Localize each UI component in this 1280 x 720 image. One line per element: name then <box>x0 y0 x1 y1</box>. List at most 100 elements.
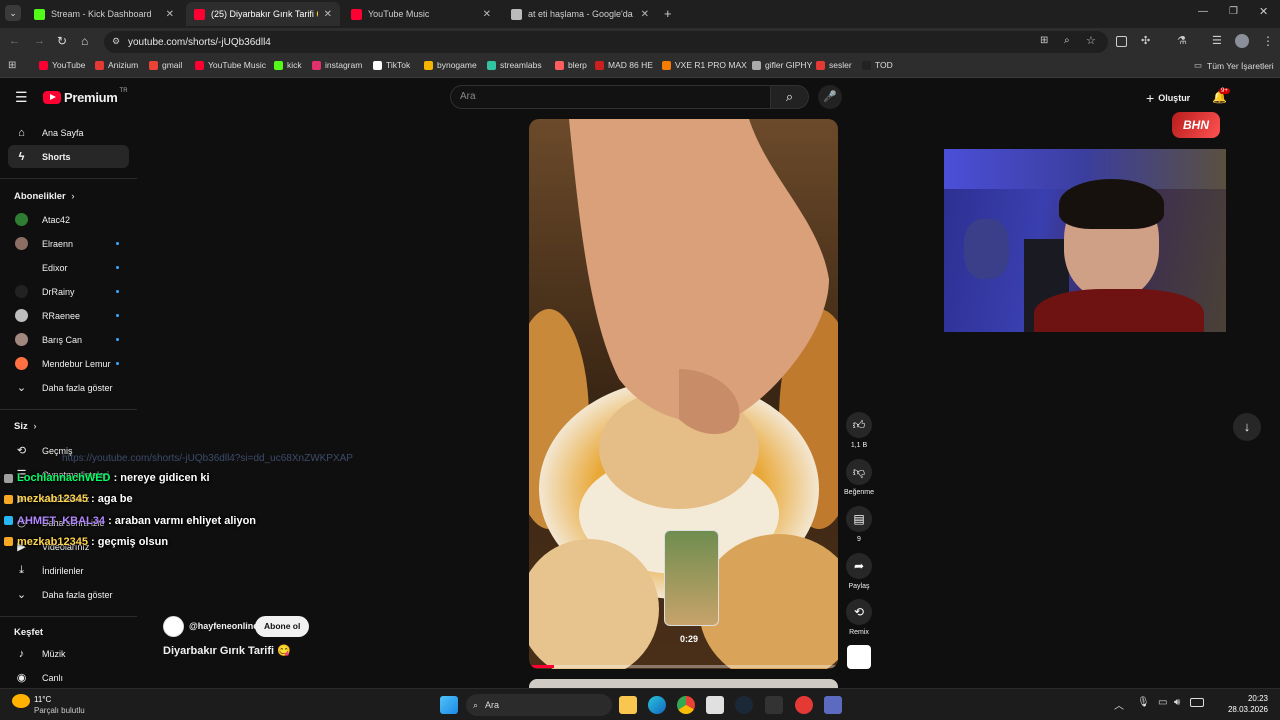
close-tab-icon[interactable]: ✕ <box>483 9 491 20</box>
close-tab-icon[interactable]: ✕ <box>324 9 332 20</box>
share-button[interactable]: ➦ <box>846 553 872 579</box>
bookmark-10[interactable]: MAD 86 HE <box>595 60 653 70</box>
all-bookmarks-folder[interactable]: ▭ Tüm Yer İşaretleri <box>1194 60 1274 71</box>
sidebar-subscription-item[interactable]: Edixor <box>8 256 129 279</box>
install-icon[interactable]: ⊞ <box>1040 35 1048 46</box>
close-window-button[interactable]: ✕ <box>1259 5 1268 18</box>
like-button[interactable]: 👍︎ <box>846 412 872 438</box>
taskbar-search[interactable]: ⌕ Ara <box>466 694 612 716</box>
network-icon[interactable]: ▭ <box>1158 697 1167 708</box>
sidebar-item-you[interactable]: ⤓ İndirilenler <box>8 559 129 582</box>
tray-overflow-icon[interactable]: ︿ <box>1114 697 1124 712</box>
epic-games-icon[interactable] <box>765 696 783 714</box>
start-button[interactable] <box>440 696 458 714</box>
media-control-icon[interactable]: ☰ <box>1212 34 1222 47</box>
remix-button[interactable]: ⟲ <box>846 599 872 625</box>
next-video-button[interactable]: ↓ <box>1233 413 1261 441</box>
zoom-icon[interactable]: ⌕ <box>1064 35 1070 46</box>
battery-icon[interactable] <box>1190 698 1204 707</box>
subscribe-button[interactable]: Abone ol <box>255 616 310 637</box>
bookmark-4[interactable]: kick <box>274 60 302 70</box>
microphone-tray-icon[interactable]: 🎙︎ <box>1137 697 1150 708</box>
bookmark-3[interactable]: YouTube Music <box>195 60 266 70</box>
clock-time[interactable]: 20:23 <box>1224 694 1268 703</box>
sidebar-subscription-item[interactable]: DrRainy <box>8 280 129 303</box>
home-icon[interactable]: ⌂ <box>81 34 88 48</box>
clock-date[interactable]: 28.03.2026 <box>1214 705 1268 714</box>
shorts-video-player[interactable]: 0:29 <box>529 119 838 669</box>
forward-icon[interactable]: → <box>34 35 45 47</box>
sound-thumbnail[interactable] <box>847 645 871 669</box>
profile-avatar[interactable] <box>1235 34 1249 48</box>
maximize-button[interactable]: ❐ <box>1229 6 1238 17</box>
next-short-preview[interactable] <box>664 530 719 626</box>
store-icon[interactable] <box>706 696 724 714</box>
edge-icon[interactable] <box>648 696 666 714</box>
minimize-button[interactable]: — <box>1198 6 1208 17</box>
volume-icon[interactable]: 🔊︎ <box>1174 697 1180 708</box>
bookmark-6[interactable]: TikTok <box>373 60 410 70</box>
bookmark-1[interactable]: Anizium <box>95 60 138 70</box>
file-explorer-icon[interactable] <box>619 696 637 714</box>
subscriptions-header[interactable]: Abonelikler › <box>14 191 75 202</box>
bookmark-9[interactable]: blerp <box>555 60 587 70</box>
tab-1[interactable]: (25) Diyarbakır Gırık Tarifi 😋 🔊 ✕ <box>186 2 340 26</box>
bookmark-star-icon[interactable]: ☆ <box>1086 34 1096 47</box>
sidebar-item-shorts[interactable]: ϟ Shorts <box>8 145 129 168</box>
steam-icon[interactable] <box>735 696 753 714</box>
site-info-icon[interactable]: ⚙ <box>112 36 120 47</box>
browser-menu-icon[interactable]: ⋮ <box>1262 34 1274 48</box>
weather-icon[interactable] <box>12 694 30 708</box>
tab-search-button[interactable]: ⌄ <box>5 5 21 21</box>
new-tab-button[interactable]: + <box>664 6 672 21</box>
comments-button[interactable]: ▤ <box>846 506 872 532</box>
recording-app-icon[interactable] <box>795 696 813 714</box>
close-tab-icon[interactable]: ✕ <box>166 9 174 20</box>
menu-hamburger-icon[interactable]: ☰ <box>15 89 28 106</box>
notifications-button[interactable]: 🔔 9+ <box>1212 88 1230 106</box>
channel-avatar[interactable] <box>163 616 184 637</box>
close-tab-icon[interactable]: ✕ <box>641 9 649 20</box>
show-more-subscriptions[interactable]: ⌄ Daha fazla göster <box>8 376 129 399</box>
sidebar-item-explore[interactable]: ◉ Canlı <box>8 666 129 689</box>
search-box[interactable]: Ara <box>450 85 771 109</box>
dislike-button[interactable]: 👎︎ <box>846 459 872 485</box>
back-icon[interactable]: ← <box>9 35 20 47</box>
apps-grid-icon[interactable]: ⊞ <box>8 60 16 71</box>
bookmark-7[interactable]: bynogame <box>424 60 477 70</box>
extension-icon[interactable] <box>1116 36 1127 47</box>
tab-2[interactable]: YouTube Music ✕ <box>343 2 499 26</box>
sidebar-item-explore[interactable]: ♪ Müzik <box>8 642 129 665</box>
bookmark-11[interactable]: VXE R1 PRO MAX <box>662 60 747 70</box>
bookmark-0[interactable]: YouTube <box>39 60 85 70</box>
extensions-puzzle-icon[interactable]: ✣ <box>1141 34 1150 47</box>
create-button[interactable]: + Oluştur <box>1146 90 1190 106</box>
sidebar-subscription-item[interactable]: Mendebur Lemur <box>8 352 129 375</box>
next-short-card[interactable] <box>529 679 838 688</box>
bookmark-13[interactable]: sesler <box>816 60 852 70</box>
sidebar-subscription-item[interactable]: RRaenee <box>8 304 129 327</box>
bookmark-5[interactable]: instagram <box>312 60 362 70</box>
sidebar-subscription-item[interactable]: Elraenn <box>8 232 129 255</box>
bookmark-12[interactable]: gifler GIPHY <box>752 60 812 70</box>
channel-name[interactable]: @hayfeneonline <box>189 621 258 631</box>
progress-bar-track[interactable] <box>529 665 838 668</box>
chrome-icon[interactable] <box>677 696 695 714</box>
bookmark-8[interactable]: streamlabs <box>487 60 542 70</box>
weather-temp[interactable]: 11°C <box>34 695 51 704</box>
tab-3[interactable]: at eti haşlama - Google'da Ara ✕ <box>503 2 657 26</box>
profile-sync-icon[interactable]: ⚗ <box>1177 34 1187 47</box>
sidebar-item-home[interactable]: ⌂ Ana Sayfa <box>8 121 129 144</box>
sidebar-subscription-item[interactable]: Barış Can <box>8 328 129 351</box>
show-more-you[interactable]: ⌄ Daha fazla göster <box>8 583 129 606</box>
bookmark-14[interactable]: TOD <box>862 60 893 70</box>
reload-icon[interactable]: ↻ <box>57 34 67 48</box>
sidebar-subscription-item[interactable]: Atac42 <box>8 208 129 231</box>
bookmark-2[interactable]: gmail <box>149 60 182 70</box>
youtube-logo[interactable]: Premium TR <box>43 88 128 105</box>
search-button[interactable]: ⌕ <box>770 85 809 109</box>
you-section-header[interactable]: Siz › <box>14 421 37 432</box>
settings-app-icon[interactable] <box>824 696 842 714</box>
voice-search-button[interactable]: 🎤 <box>818 85 842 109</box>
tab-0[interactable]: Stream - Kick Dashboard ✕ <box>26 2 182 26</box>
